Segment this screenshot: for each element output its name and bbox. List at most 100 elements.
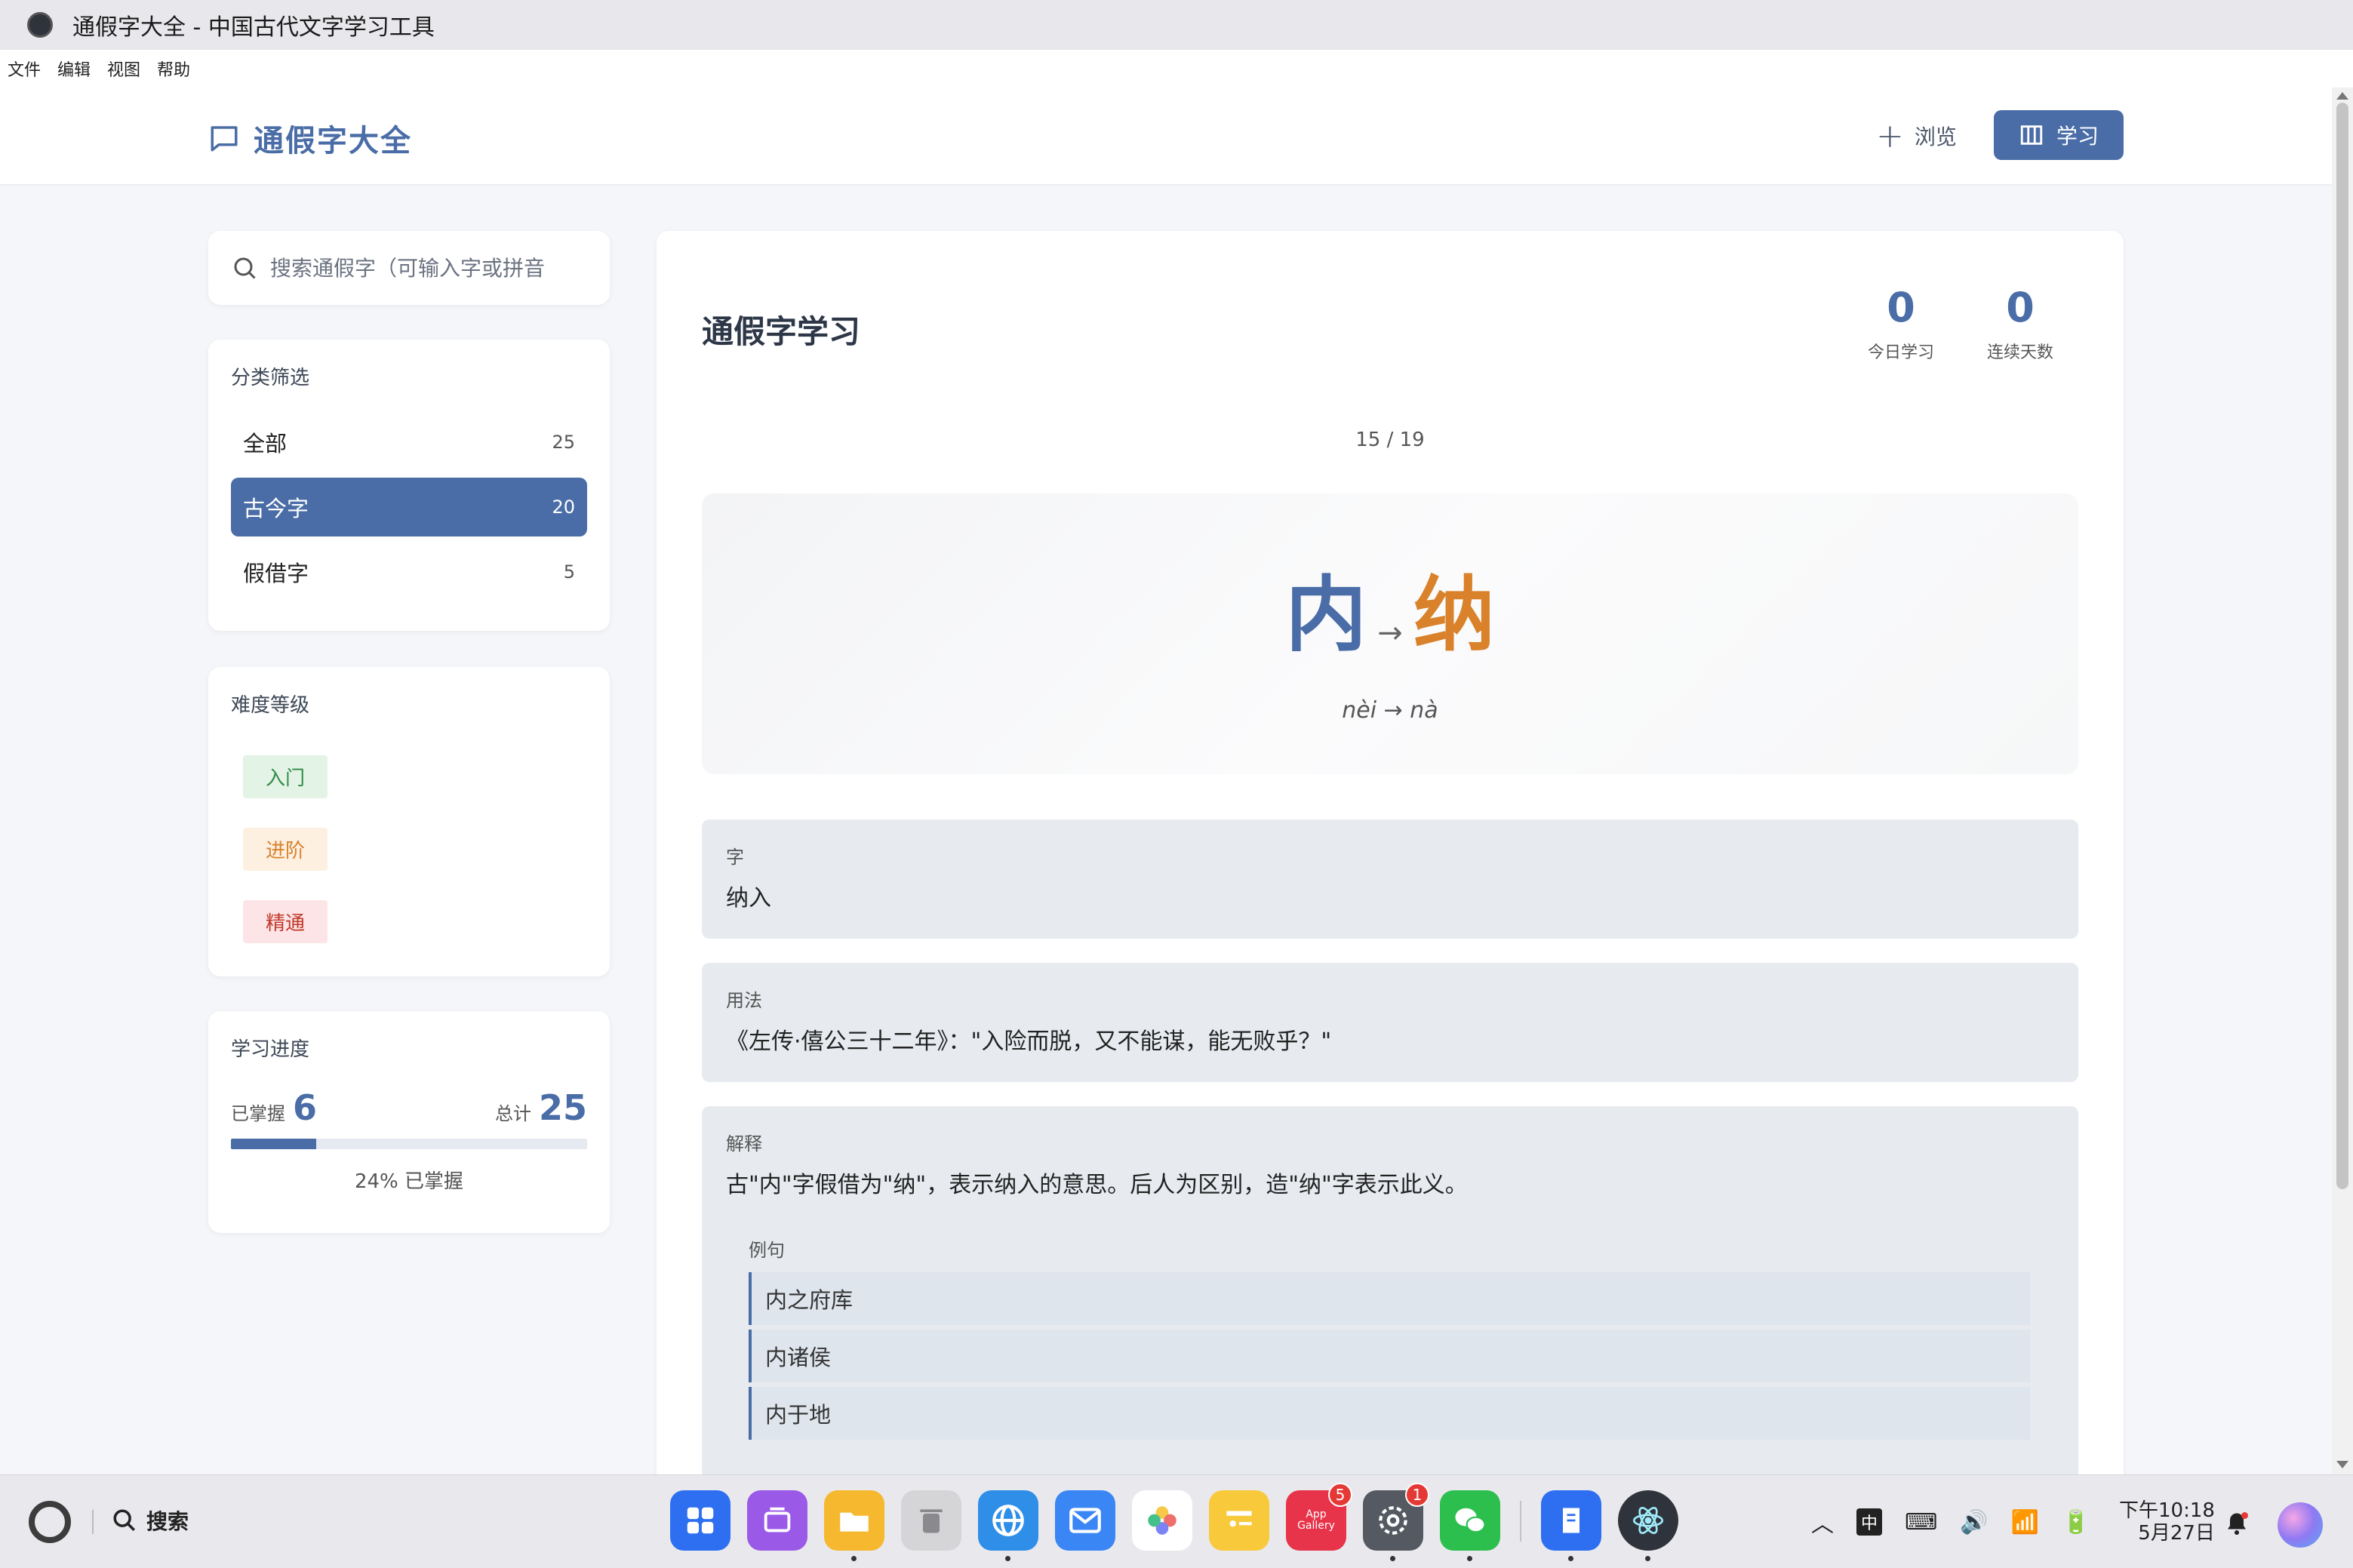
filter-label: 全部	[243, 431, 288, 457]
difficulty-panel: 难度等级 入门 进阶 精通	[208, 667, 610, 976]
taskbar-search[interactable]: 搜索	[112, 1505, 189, 1536]
window-title-bar: 通假字大全 - 中国古代文字学习工具	[0, 0, 2353, 50]
filter-title: 分类筛选	[231, 367, 310, 389]
stat-today: 0 今日学习	[1841, 284, 1961, 363]
photos-icon[interactable]	[1132, 1490, 1192, 1551]
examples-label: 例句	[749, 1240, 785, 1261]
volume-icon[interactable]: 🔊	[1960, 1509, 1988, 1536]
scroll-down-arrow-icon[interactable]	[2336, 1461, 2348, 1468]
start-button[interactable]	[29, 1501, 71, 1543]
study-title: 通假字学习	[702, 313, 861, 350]
learn-button[interactable]: 学习	[1994, 110, 2124, 160]
search-box	[208, 231, 610, 305]
files-icon[interactable]	[824, 1490, 884, 1561]
filter-count: 5	[563, 561, 575, 583]
filter-item-all[interactable]: 全部 25	[231, 413, 587, 472]
battery-icon[interactable]: 🔋	[2062, 1509, 2090, 1536]
brand-title: 通假字大全	[254, 124, 412, 158]
filter-item-borrowed[interactable]: 假借字 5	[231, 543, 587, 601]
target-char: 纳	[1413, 568, 1495, 663]
total-count: 25	[538, 1087, 587, 1128]
section-text: 古"内"字假借为"纳"，表示纳入的意思。后人为区别，造"纳"字表示此义。	[726, 1172, 1468, 1198]
clock[interactable]: 下午10:18 5月27日	[2119, 1499, 2215, 1545]
brand-logo[interactable]: 通假字大全	[208, 116, 412, 160]
char-pair: 内 → 纳	[702, 549, 2078, 667]
stat-label: 今日学习	[1867, 343, 1934, 362]
usage-section: 用法 《左传·僖公三十二年》："入险而脱，又不能谋，能无败乎？"	[702, 963, 2078, 1082]
app-icon	[27, 12, 53, 38]
filter-count: 25	[552, 432, 575, 453]
mail-icon[interactable]	[1055, 1490, 1115, 1551]
difficulty-title: 难度等级	[231, 694, 310, 717]
settings-gear-icon[interactable]: 1	[1363, 1483, 1429, 1561]
pinyin: nèi → nà	[1342, 697, 1438, 724]
scroll-up-arrow-icon[interactable]	[2336, 92, 2348, 100]
filter-label: 假借字	[243, 561, 309, 586]
level-expert-tag[interactable]: 精通	[243, 899, 328, 943]
explanation-section: 解释 古"内"字假借为"纳"，表示纳入的意思。后人为区别，造"纳"字表示此义。 …	[702, 1106, 2078, 1529]
taskbar-divider	[92, 1510, 94, 1534]
browser-icon[interactable]	[978, 1490, 1038, 1561]
section-label: 字	[726, 847, 744, 868]
menu-edit[interactable]: 编辑	[57, 57, 91, 81]
progress-bar	[231, 1139, 587, 1149]
section-text: 《左传·僖公三十二年》："入险而脱，又不能谋，能无败乎？"	[726, 1028, 1332, 1055]
app-gallery-icon[interactable]: App Gallery 5	[1286, 1483, 1352, 1551]
ime-indicator[interactable]: 中	[1856, 1508, 1883, 1536]
filter-item-ancient-modern[interactable]: 古今字 20	[231, 478, 587, 537]
clock-time: 下午10:18	[2119, 1499, 2215, 1522]
menu-file[interactable]: 文件	[8, 57, 41, 81]
example-item: 内于地	[749, 1387, 2030, 1440]
stat-value: 0	[1887, 284, 1915, 331]
learn-label: 学习	[2056, 124, 2099, 149]
multitask-icon[interactable]	[747, 1490, 807, 1551]
section-label: 解释	[726, 1133, 762, 1154]
app-launcher-icon[interactable]	[670, 1490, 731, 1551]
example-item: 内诸侯	[749, 1330, 2030, 1382]
page-scrollbar[interactable]	[2332, 88, 2353, 1474]
app-gallery-label: App Gallery	[1297, 1508, 1335, 1532]
chat-bubble-icon	[211, 126, 238, 152]
wechat-icon[interactable]	[1440, 1490, 1500, 1561]
arrow-icon: →	[1377, 616, 1403, 650]
electron-app-icon[interactable]	[1618, 1490, 1678, 1561]
plus-icon: +	[1876, 116, 1904, 155]
scroll-thumb[interactable]	[2336, 103, 2348, 1189]
menu-view[interactable]: 视图	[107, 57, 140, 81]
page-indicator: 15 / 19	[1355, 429, 1425, 451]
level-intermediate-tag[interactable]: 进阶	[243, 827, 328, 871]
notes-icon[interactable]	[1209, 1490, 1269, 1551]
search-input[interactable]	[270, 255, 587, 281]
level-beginner-tag[interactable]: 入门	[243, 755, 328, 798]
progress-bar-fill	[231, 1139, 317, 1149]
system-tray: ︿ 中 ⌨ 🔊 📶 🔋	[1811, 1498, 2112, 1546]
chevron-up-icon[interactable]: ︿	[1811, 1505, 1834, 1539]
dock: App Gallery 5 1	[670, 1483, 1695, 1561]
filter-label: 古今字	[243, 496, 309, 521]
search-icon	[234, 257, 256, 279]
section-text: 纳入	[726, 885, 771, 912]
mastered-label: 已掌握	[231, 1103, 285, 1124]
stat-streak: 0 连续天数	[1961, 284, 2080, 363]
menu-bar: 文件 编辑 视图 帮助	[0, 50, 2353, 88]
char-section: 字 纳入	[702, 819, 2078, 939]
assistant-orb-icon[interactable]	[2278, 1502, 2323, 1548]
browse-button[interactable]: + 浏览	[1864, 112, 1969, 160]
section-label: 用法	[726, 990, 762, 1011]
flashcard[interactable]: 内 → 纳 nèi → nà	[702, 493, 2078, 774]
stat-value: 0	[2006, 284, 2035, 331]
filter-count: 20	[552, 497, 575, 518]
document-icon[interactable]	[1541, 1490, 1601, 1561]
total-label: 总计	[494, 1103, 531, 1124]
notification-bell-icon[interactable]	[2223, 1510, 2250, 1537]
trash-icon[interactable]	[901, 1490, 961, 1551]
keyboard-icon[interactable]: ⌨	[1905, 1509, 1937, 1536]
progress-panel: 学习进度 已掌握 6 总计 25 24% 已掌握	[208, 1011, 610, 1233]
stat-label: 连续天数	[1986, 343, 2053, 362]
wifi-icon[interactable]: 📶	[2011, 1509, 2039, 1536]
menu-help[interactable]: 帮助	[157, 57, 190, 81]
book-icon	[2020, 125, 2043, 145]
study-panel: 通假字学习 0 今日学习 0 连续天数 15 / 19 内 → 纳 nèi → nà…	[657, 231, 2124, 1529]
original-char: 内	[1285, 568, 1367, 663]
progress-title: 学习进度	[231, 1038, 310, 1061]
